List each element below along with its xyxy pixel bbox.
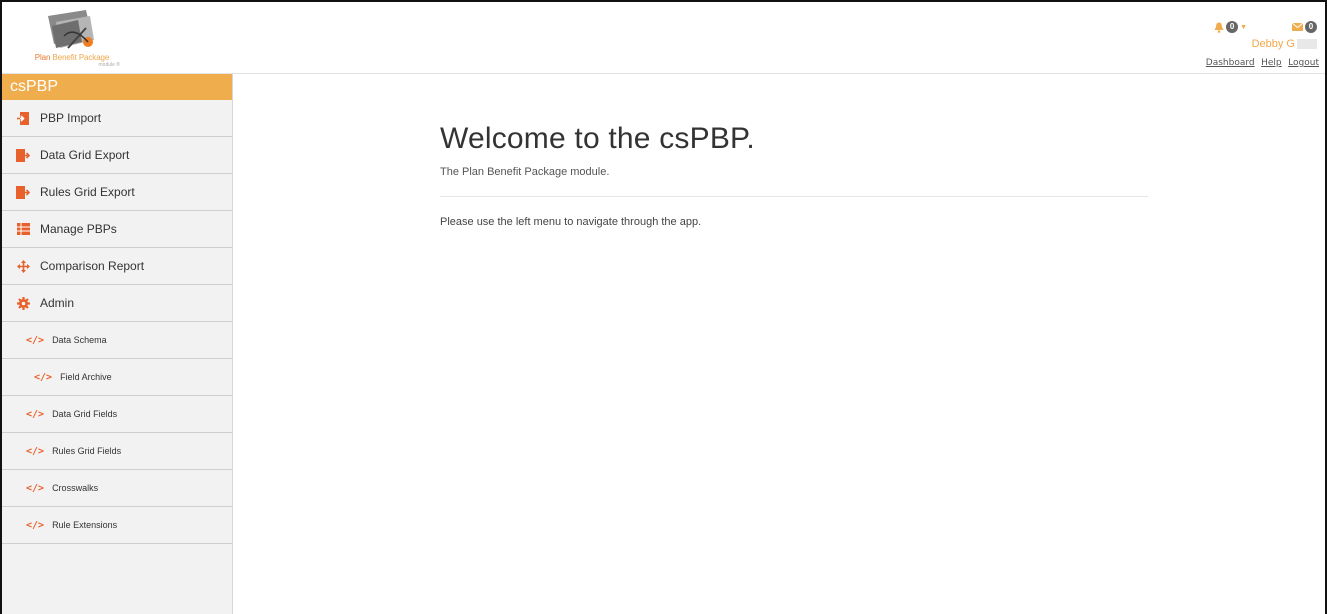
sidebar-item-label: Manage PBPs	[40, 222, 117, 236]
code-icon: </>	[26, 334, 45, 346]
sidebar-item-data-grid-export[interactable]: Data Grid Export	[2, 137, 232, 174]
sidebar-item-admin[interactable]: Admin	[2, 285, 232, 322]
sidebar-item-label: Rules Grid Fields	[52, 446, 122, 456]
chevron-down-icon: ▼	[1240, 23, 1247, 31]
user-name-text: Debby G	[1251, 38, 1295, 50]
logo-subtext: module ®	[98, 62, 120, 68]
logo-graphic-icon	[48, 10, 94, 49]
gear-icon	[16, 296, 30, 310]
sidebar-item-rule-extensions[interactable]: </> Rule Extensions	[2, 507, 232, 544]
main-content: Welcome to the csPBP. The Plan Benefit P…	[233, 74, 1325, 614]
logout-link[interactable]: Logout	[1288, 58, 1319, 68]
redacted-name-block	[1297, 39, 1317, 50]
logo-text: Plan Benefit Package	[8, 53, 136, 62]
arrows-icon	[16, 259, 30, 273]
sidebar-item-label: Rules Grid Export	[40, 185, 135, 199]
envelope-icon	[1292, 23, 1303, 31]
dashboard-link[interactable]: Dashboard	[1206, 58, 1255, 68]
header-links: Dashboard Help Logout	[1202, 57, 1319, 68]
page-subtitle: The Plan Benefit Package module.	[440, 166, 610, 178]
divider	[440, 196, 1148, 197]
logo-brand-name: Benefit Package	[52, 53, 110, 62]
messages-button[interactable]: 0	[1292, 20, 1317, 34]
notifications-dropdown[interactable]: 0 ▼	[1214, 20, 1247, 34]
sidebar-item-comparison-report[interactable]: Comparison Report	[2, 248, 232, 285]
sidebar-item-rules-grid-fields[interactable]: </> Rules Grid Fields	[2, 433, 232, 470]
logo-brand-prefix: Plan	[34, 53, 51, 62]
sidebar-item-crosswalks[interactable]: </> Crosswalks	[2, 470, 232, 507]
sidebar-item-label: Admin	[40, 296, 75, 310]
export-icon	[16, 148, 30, 162]
sidebar: csPBP PBP Import Data Grid Export Rules …	[2, 74, 233, 614]
sidebar-item-label: PBP Import	[40, 111, 102, 125]
sidebar-item-label: Data Grid Export	[40, 148, 130, 162]
top-header: Plan Benefit Package module ® 0 ▼ 0 Debb…	[2, 2, 1325, 74]
code-icon: </>	[26, 482, 45, 494]
sidebar-item-label: Field Archive	[60, 372, 112, 382]
instructions-text: Please use the left menu to navigate thr…	[440, 216, 702, 228]
sidebar-item-label: Data Grid Fields	[52, 409, 118, 419]
sidebar-item-label: Data Schema	[52, 335, 107, 345]
code-icon: </>	[26, 519, 45, 531]
sidebar-item-manage-pbps[interactable]: Manage PBPs	[2, 211, 232, 248]
user-name: Debby G	[1252, 38, 1317, 50]
sidebar-item-data-schema[interactable]: </> Data Schema	[2, 322, 232, 359]
help-link[interactable]: Help	[1261, 58, 1282, 68]
import-icon	[16, 111, 30, 125]
export-icon	[16, 185, 30, 199]
app-logo[interactable]: Plan Benefit Package module ®	[8, 6, 136, 70]
table-icon	[16, 222, 30, 236]
code-icon: </>	[26, 408, 45, 420]
sidebar-item-label: Crosswalks	[52, 483, 99, 493]
page-title: Welcome to the csPBP.	[440, 122, 755, 155]
sidebar-item-label: Comparison Report	[40, 259, 145, 273]
notifications-count-badge: 0	[1226, 21, 1239, 33]
sidebar-item-pbp-import[interactable]: PBP Import	[2, 100, 232, 137]
code-icon: </>	[34, 371, 53, 383]
sidebar-item-rules-grid-export[interactable]: Rules Grid Export	[2, 174, 232, 211]
messages-count-badge: 0	[1305, 21, 1317, 33]
code-icon: </>	[26, 445, 45, 457]
sidebar-title: csPBP	[2, 74, 232, 100]
sidebar-item-field-archive[interactable]: </> Field Archive	[2, 359, 232, 396]
sidebar-item-data-grid-fields[interactable]: </> Data Grid Fields	[2, 396, 232, 433]
header-user-area: 0 ▼ 0 Debby G Dashboard Help Logout	[1199, 6, 1319, 70]
sidebar-item-label: Rule Extensions	[52, 520, 118, 530]
bell-icon	[1214, 22, 1224, 33]
